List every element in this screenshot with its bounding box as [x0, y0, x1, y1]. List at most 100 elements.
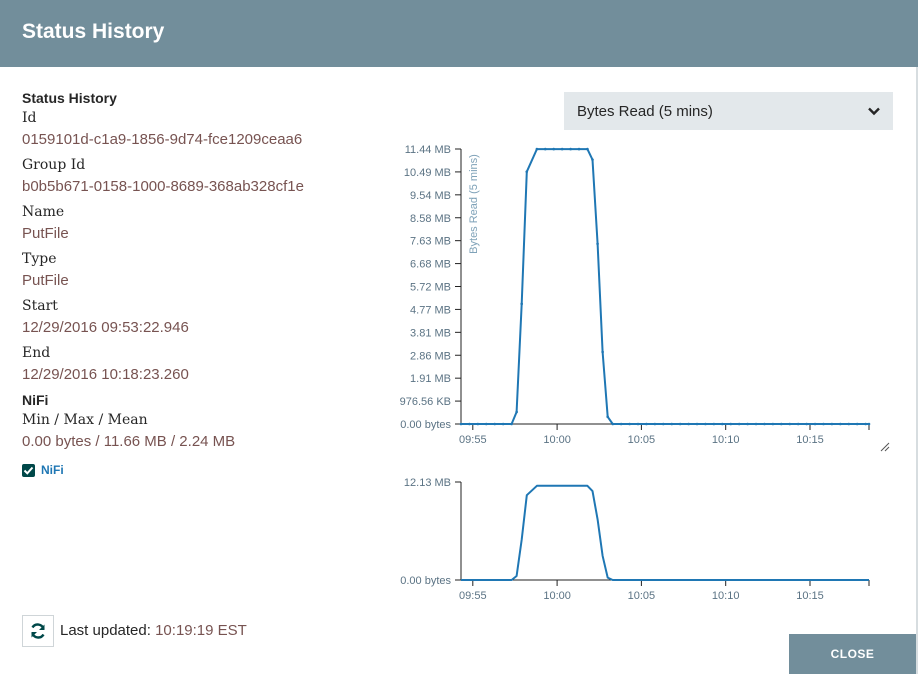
name-value: PutFile: [22, 225, 69, 242]
data-point: [515, 410, 518, 414]
stats-label: Min / Max / Mean: [22, 412, 148, 428]
details-section-title: Status History: [22, 90, 117, 106]
name-label: Name: [22, 204, 65, 220]
data-point: [813, 422, 817, 426]
series-line-nifi: [461, 148, 869, 425]
start-value: 12/29/2016 09:53:22.946: [22, 319, 189, 336]
legend-label: NiFi: [41, 463, 64, 477]
series-line-nifi: [461, 484, 869, 581]
x-tick-label: 10:10: [712, 590, 740, 602]
data-point: [459, 422, 463, 426]
data-point: [847, 422, 851, 426]
type-label: Type: [22, 251, 57, 267]
nifi-section-title: NiFi: [22, 392, 49, 408]
data-point: [596, 242, 599, 246]
data-point: [830, 422, 834, 426]
data-point: [771, 422, 775, 426]
group-id-value: b0b5b671-0158-1000-8689-368ab328cf1e: [22, 178, 304, 195]
id-value: 0159101d-c1a9-1856-9d74-fce1209ceaa6: [22, 131, 303, 148]
resize-handle-icon[interactable]: [878, 440, 890, 452]
check-icon: [23, 466, 34, 475]
last-updated-label: Last updated:: [60, 622, 151, 639]
end-label: End: [22, 345, 51, 361]
y-tick-label: 7.63 MB: [410, 236, 451, 248]
metric-select[interactable]: Bytes Read (5 mins): [564, 92, 893, 130]
data-point: [721, 422, 724, 426]
close-button[interactable]: CLOSE: [789, 634, 916, 674]
data-point: [796, 422, 800, 426]
data-point: [704, 422, 707, 426]
y-tick-label: 3.81 MB: [410, 327, 451, 339]
y-tick-label: 5.72 MB: [410, 282, 451, 294]
data-point: [493, 422, 497, 426]
x-tick-label: 10:05: [628, 590, 656, 602]
data-point: [653, 422, 657, 426]
data-point: [606, 415, 609, 419]
data-point: [484, 422, 488, 426]
details-panel: Status History Id 0159101d-c1a9-1856-9d7…: [22, 88, 362, 479]
group-id-label: Group Id: [22, 157, 86, 173]
x-tick-label: 09:55: [459, 434, 487, 446]
dialog-title: Status History: [22, 20, 165, 43]
y-axis-title: Bytes Read (5 mins): [468, 154, 480, 254]
data-point: [628, 422, 631, 426]
end-value: 12/29/2016 10:18:23.260: [22, 366, 189, 383]
data-point: [476, 422, 480, 426]
data-point: [839, 422, 842, 426]
overview-chart: 0.00 bytes 12.13 MB 09:55 10:00 10:05 10:10 10…: [400, 477, 870, 602]
y-tick-label: 6.68 MB: [410, 259, 451, 271]
data-point: [780, 422, 783, 426]
main-chart: 0.00 bytes 976.56 KB 1.91 MB 2.86 MB 3.81 MB…: [400, 144, 871, 446]
y-tick-label: 0.00 bytes: [400, 419, 451, 431]
data-point: [468, 422, 471, 426]
data-point: [695, 422, 699, 426]
x-tick-label: 10:15: [796, 590, 824, 602]
data-point: [788, 422, 792, 426]
x-tick-label: 10:15: [796, 434, 824, 446]
data-point: [586, 147, 589, 151]
start-label: Start: [22, 298, 58, 314]
y-tick-label: 976.56 KB: [400, 396, 451, 408]
data-point: [855, 422, 859, 426]
x-tick-label: 10:10: [712, 434, 740, 446]
y-tick-label: 8.58 MB: [410, 213, 451, 225]
legend-item-nifi[interactable]: NiFi: [22, 461, 362, 479]
y-tick-label: 1.91 MB: [410, 373, 451, 385]
data-point: [501, 422, 505, 426]
dialog-header: Status History: [0, 0, 918, 67]
data-point: [754, 422, 758, 426]
data-point: [611, 422, 615, 426]
data-point: [729, 422, 733, 426]
data-point: [662, 422, 665, 426]
status-history-dialog: Status History Status History Id 0159101…: [0, 0, 918, 674]
data-point: [577, 147, 581, 151]
data-point: [569, 147, 572, 151]
data-point: [687, 422, 690, 426]
data-point: [591, 158, 594, 161]
x-tick-label: 10:05: [628, 434, 656, 446]
data-point: [552, 147, 556, 151]
data-point: [670, 422, 674, 426]
chevron-down-icon: [868, 107, 880, 116]
data-point: [520, 302, 523, 306]
data-point: [822, 422, 825, 426]
data-point: [737, 422, 741, 426]
metric-select-value: Bytes Read (5 mins): [577, 102, 713, 120]
y-tick-label: 11.44 MB: [405, 144, 451, 156]
refresh-icon: [31, 623, 45, 639]
data-point: [645, 422, 648, 426]
data-point: [678, 422, 682, 426]
y-tick-label: 12.13 MB: [404, 477, 451, 489]
data-point: [601, 350, 604, 354]
data-point: [619, 422, 623, 426]
data-point: [805, 422, 808, 426]
data-point: [746, 422, 749, 426]
type-value: PutFile: [22, 272, 69, 289]
y-tick-label: 2.86 MB: [410, 350, 451, 362]
y-tick-label: 4.77 MB: [410, 304, 451, 316]
last-updated: Last updated: 10:19:19 EST: [60, 622, 247, 639]
data-point: [867, 422, 871, 426]
legend-checkbox[interactable]: [22, 463, 35, 477]
refresh-button[interactable]: [22, 615, 54, 647]
data-point: [636, 422, 640, 426]
